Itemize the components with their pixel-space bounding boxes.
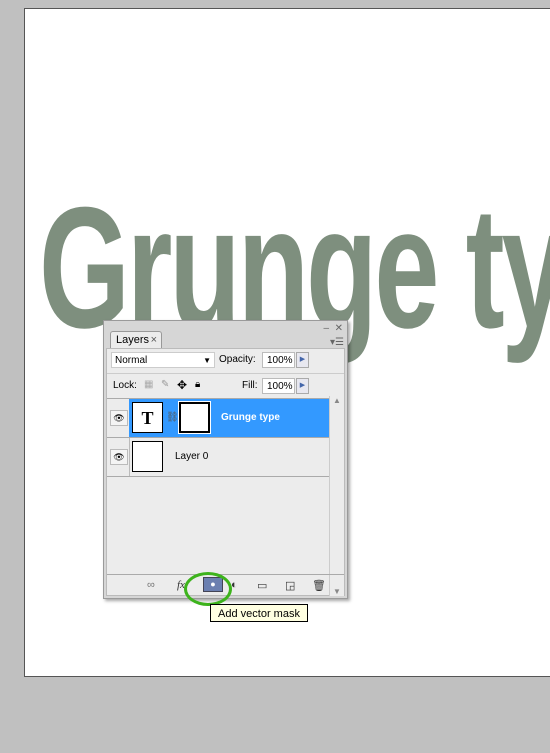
close-tab-icon[interactable]: × <box>151 332 157 349</box>
lock-transparency-icon[interactable]: ▦ <box>144 379 153 390</box>
layer-row-layer-0[interactable]: 👁︎ Layer 0 <box>107 438 333 477</box>
highlight-circle <box>184 572 232 606</box>
vector-mask-thumbnail[interactable] <box>178 401 211 434</box>
tab-label: Layers <box>116 334 150 346</box>
lock-image-icon[interactable]: ✎ <box>161 379 169 390</box>
mask-link-icon[interactable]: ⛓ <box>166 412 179 423</box>
lock-label: Lock: <box>113 380 137 391</box>
fill-slider-button[interactable]: ▶ <box>296 378 309 394</box>
opacity-slider-button[interactable]: ▶ <box>296 352 309 368</box>
tab-layers[interactable]: Layers × <box>110 331 162 348</box>
opacity-input[interactable]: 100% <box>262 352 295 368</box>
blend-mode-value: Normal <box>115 355 148 366</box>
panel-body: Normal ▼ Opacity: 100% ▶ Lock: ▦ ✎ ✥ 🔒︎ F… <box>106 348 345 596</box>
new-layer-icon[interactable]: ◲ <box>285 579 295 592</box>
layers-panel: Layers × – ✕ ▾☰ Normal ▼ Opacity: 100% ▶ L… <box>103 320 348 599</box>
opacity-label: Opacity: <box>219 354 256 365</box>
layer-name: Grunge type <box>221 412 280 423</box>
tooltip: Add vector mask <box>210 604 308 622</box>
link-layers-icon[interactable]: ∞ <box>147 579 155 591</box>
trash-icon[interactable]: 🗑︎ <box>312 579 326 592</box>
layer-row-grunge-type[interactable]: 👁︎ T ⛓ Grunge type <box>107 399 333 438</box>
chevron-down-icon: ▼ <box>203 356 211 365</box>
minimize-icon[interactable]: – <box>323 323 329 334</box>
close-icon[interactable]: ✕ <box>335 323 343 334</box>
layers-scrollbar[interactable]: ▲ ▼ <box>329 396 344 596</box>
lock-position-icon[interactable]: ✥ <box>177 378 187 392</box>
text-layer-thumbnail[interactable]: T <box>132 402 163 433</box>
visibility-eye-icon[interactable]: 👁︎ <box>110 410 128 426</box>
layer-thumbnail[interactable] <box>132 441 163 472</box>
fill-input[interactable]: 100% <box>262 378 295 394</box>
layer-name: Layer 0 <box>175 451 209 462</box>
blend-mode-select[interactable]: Normal ▼ <box>111 352 215 368</box>
fill-label: Fill: <box>242 380 258 391</box>
scroll-up-icon[interactable]: ▲ <box>330 396 344 405</box>
new-group-icon[interactable]: ▭ <box>257 579 267 592</box>
panel-menu-icon[interactable]: ▾☰ <box>330 337 344 348</box>
visibility-eye-icon[interactable]: 👁︎ <box>110 449 128 465</box>
lock-all-icon[interactable]: 🔒︎ <box>195 379 200 390</box>
